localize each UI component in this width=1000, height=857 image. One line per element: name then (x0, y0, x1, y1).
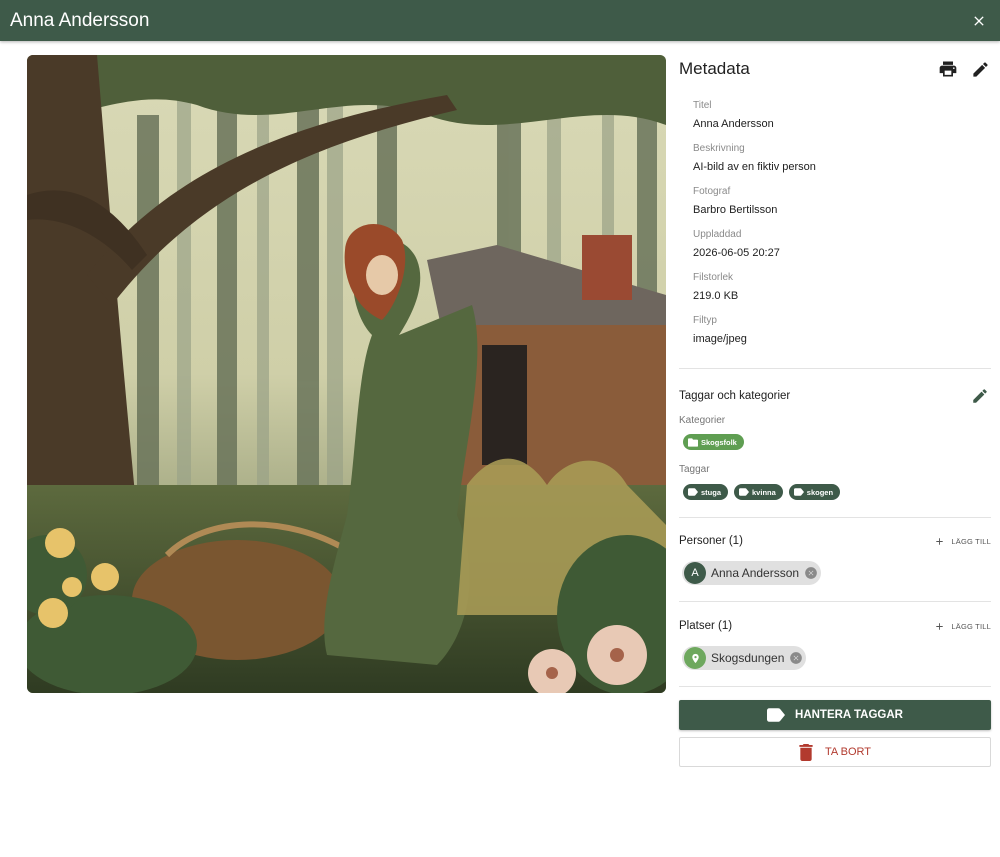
edit-metadata-button[interactable] (969, 58, 991, 80)
place-avatar (684, 647, 706, 669)
field-value: Anna Andersson (693, 118, 774, 130)
print-icon (939, 61, 957, 77)
close-icon (974, 15, 984, 26)
place-chip[interactable]: Skogsdungen (682, 646, 807, 670)
tag-label: skogen (806, 487, 834, 497)
plus-icon (936, 622, 944, 630)
add-person-label: LÄGG TILL (951, 536, 991, 546)
field-filetype: Filtyp image/jpeg (693, 314, 991, 357)
tag-chip[interactable]: kvinna (734, 484, 783, 500)
person-avatar: A (684, 562, 706, 584)
field-description: Beskrivning AI-bild av en fiktiv person (693, 142, 991, 185)
add-person-button[interactable]: LÄGG TILL (934, 536, 991, 547)
remove-person-button[interactable] (804, 566, 818, 580)
metadata-fields: Titel Anna Andersson Beskrivning AI-bild… (679, 99, 991, 357)
divider (679, 601, 991, 602)
close-button[interactable] (968, 10, 990, 32)
tags-list: stuga kvinna skogen (679, 484, 991, 500)
persons-heading: Personer (1) (679, 535, 743, 547)
forest-illustration (27, 55, 666, 693)
field-uploaded: Uppladdad 2026-06-05 20:27 (693, 228, 991, 271)
persons-header: Personer (1) LÄGG TILL (679, 532, 991, 550)
field-label: Filstorlek (693, 272, 734, 283)
details-panel: Metadata Titel Anna Andersson Beskrivnin… (679, 55, 991, 767)
trash-icon (799, 743, 813, 761)
places-heading: Platser (1) (679, 620, 733, 632)
places-header: Platser (1) LÄGG TILL (679, 617, 991, 635)
add-place-label: LÄGG TILL (951, 621, 991, 631)
tag-label: kvinna (752, 487, 776, 497)
tag-chip[interactable]: stuga (683, 484, 729, 500)
field-label: Filtyp (693, 315, 717, 326)
category-label: Skogsfolk (701, 437, 737, 447)
field-label: Beskrivning (693, 143, 745, 154)
places-list: Skogsdungen (679, 646, 991, 670)
field-value: image/jpeg (693, 333, 747, 345)
metadata-heading: Metadata (679, 59, 750, 78)
field-filesize: Filstorlek 219.0 KB (693, 271, 991, 314)
add-place-button[interactable]: LÄGG TILL (934, 621, 991, 632)
place-name: Skogsdungen (711, 651, 785, 665)
categories-label: Kategorier (679, 415, 726, 426)
categories-list: Skogsfolk (679, 434, 991, 450)
manage-tags-label: HANTERA TAGGAR (795, 709, 903, 721)
pencil-icon (973, 389, 987, 403)
divider (679, 368, 991, 369)
persons-list: A Anna Andersson (679, 561, 991, 585)
field-title: Titel Anna Andersson (693, 99, 991, 142)
tag-label: stuga (701, 487, 722, 497)
tags-label: Taggar (679, 464, 710, 475)
edit-tags-button[interactable] (969, 385, 991, 407)
field-value: Barbro Bertilsson (693, 204, 778, 216)
person-name: Anna Andersson (711, 566, 800, 580)
category-chip[interactable]: Skogsfolk (683, 434, 744, 450)
label-icon (793, 488, 804, 496)
tags-header: Taggar och kategorier (679, 386, 991, 406)
delete-label: TA BORT (824, 746, 872, 758)
tag-chip[interactable]: skogen (788, 484, 841, 500)
delete-button[interactable]: TA BORT (679, 737, 991, 767)
folder-icon (688, 437, 698, 447)
photo-preview[interactable] (27, 55, 666, 693)
metadata-header: Metadata (679, 55, 991, 83)
field-value: 2026-06-05 20:27 (693, 247, 780, 259)
field-label: Fotograf (693, 186, 731, 197)
divider (679, 686, 991, 687)
label-icon (767, 708, 786, 722)
window-title: Anna Andersson (10, 9, 150, 31)
label-icon (688, 488, 698, 496)
field-photographer: Fotograf Barbro Bertilsson (693, 185, 991, 228)
print-button[interactable] (937, 58, 959, 80)
remove-place-button[interactable] (789, 651, 803, 665)
cancel-circle-icon (790, 652, 803, 664)
pencil-icon (972, 61, 988, 77)
manage-tags-button[interactable]: HANTERA TAGGAR (679, 700, 991, 730)
label-icon (739, 488, 750, 496)
field-label: Uppladdad (693, 229, 742, 240)
field-value: AI-bild av en fiktiv person (693, 161, 816, 173)
location-pin-icon (691, 653, 699, 663)
divider (679, 517, 991, 518)
cancel-circle-icon (805, 567, 817, 579)
field-value: 219.0 KB (693, 290, 739, 302)
person-chip[interactable]: A Anna Andersson (682, 561, 822, 585)
plus-icon (936, 537, 944, 545)
tags-heading: Taggar och kategorier (679, 390, 791, 402)
title-bar: Anna Andersson (0, 0, 1000, 41)
field-label: Titel (693, 100, 712, 111)
